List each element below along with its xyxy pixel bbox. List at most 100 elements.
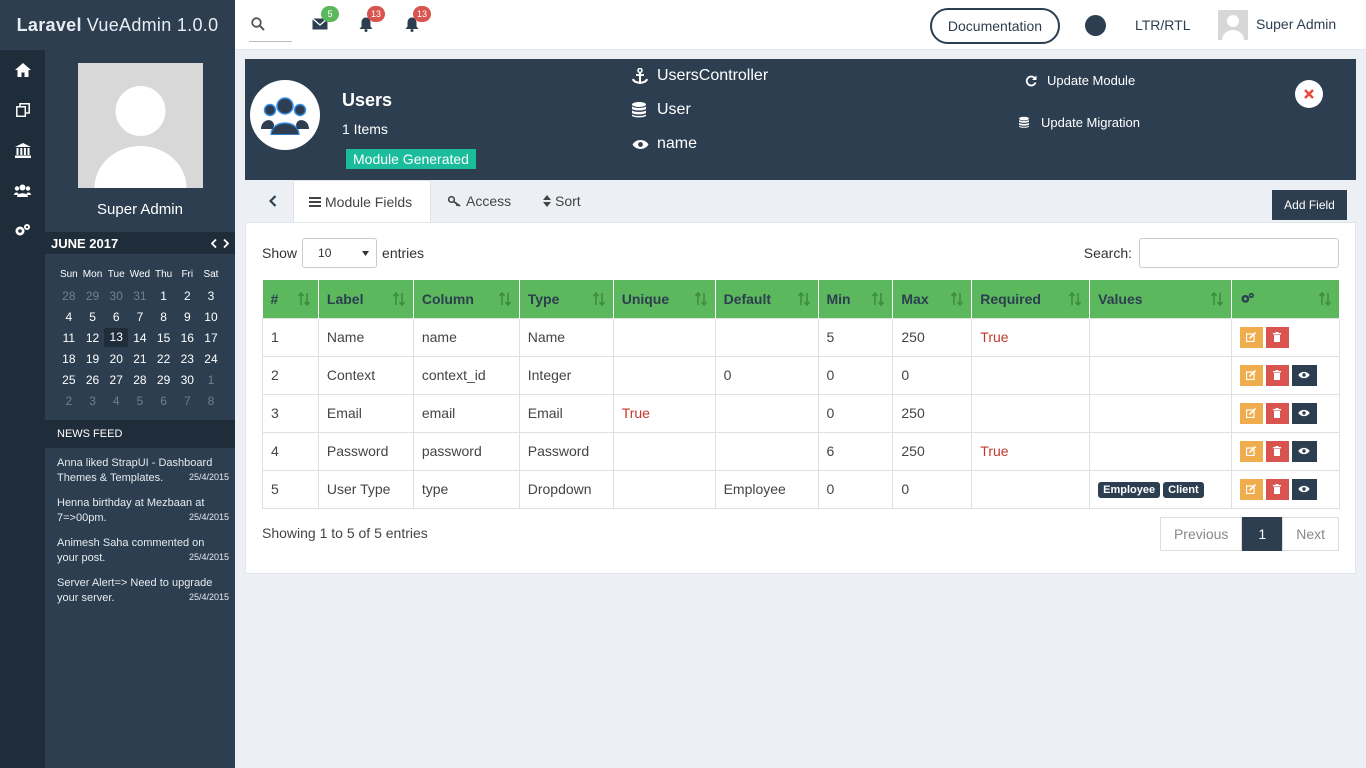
column-header[interactable]: Default — [715, 280, 819, 318]
edit-button[interactable] — [1239, 364, 1263, 386]
mail-button[interactable]: 5 — [308, 6, 339, 36]
calendar-day[interactable]: 30 — [104, 289, 128, 303]
documentation-button[interactable]: Documentation — [930, 8, 1060, 44]
actions-column-header[interactable] — [1231, 280, 1341, 318]
calendar-day-today[interactable]: 13 — [104, 328, 129, 347]
theme-toggle[interactable] — [1085, 15, 1106, 36]
calendar-day[interactable]: 30 — [175, 373, 199, 387]
calendar-day[interactable]: 26 — [81, 373, 105, 387]
calendar-day[interactable]: 2 — [175, 289, 199, 303]
delete-button[interactable] — [1265, 364, 1289, 386]
top-search[interactable] — [249, 6, 292, 42]
news-item[interactable]: Animesh Saha commented on your post. 25/… — [57, 536, 229, 576]
calendar-day[interactable]: 23 — [175, 352, 199, 366]
page-button-current[interactable]: 1 — [1242, 517, 1283, 551]
close-button[interactable] — [1295, 80, 1323, 108]
calendar-day[interactable]: 6 — [152, 394, 176, 408]
calendar-day[interactable]: 20 — [104, 352, 128, 366]
calendar-day[interactable]: 7 — [128, 310, 152, 324]
calendar-day[interactable]: 11 — [57, 331, 81, 345]
calendar-day[interactable]: 2 — [57, 394, 81, 408]
column-header[interactable]: Min — [818, 280, 894, 318]
column-header[interactable]: Unique — [613, 280, 716, 318]
calendar-day[interactable]: 15 — [152, 331, 176, 345]
tab-module-fields[interactable]: Module Fields — [293, 180, 431, 223]
column-header[interactable]: Values — [1089, 280, 1232, 318]
alerts-button[interactable]: 13 — [400, 6, 431, 36]
calendar-day[interactable]: 8 — [199, 394, 223, 408]
page-length-select[interactable]: 10 — [302, 238, 378, 268]
rail-bank[interactable] — [0, 130, 45, 170]
delete-button[interactable] — [1265, 478, 1289, 500]
user-avatar[interactable] — [1218, 10, 1248, 40]
delete-button[interactable] — [1265, 326, 1289, 348]
column-header[interactable]: Label — [318, 280, 414, 318]
view-button[interactable] — [1291, 440, 1317, 462]
calendar-day[interactable]: 3 — [199, 289, 223, 303]
calendar-day[interactable]: 5 — [128, 394, 152, 408]
next-page-button[interactable]: Next — [1282, 517, 1339, 551]
calendar-day[interactable]: 31 — [128, 289, 152, 303]
update-module-button[interactable]: Update Module — [1025, 73, 1135, 88]
calendar-day[interactable]: 1 — [152, 289, 176, 303]
calendar-day[interactable]: 18 — [57, 352, 81, 366]
calendar-day[interactable]: 3 — [81, 394, 105, 408]
user-menu[interactable]: Super Admin — [1256, 16, 1336, 32]
rail-modules[interactable] — [0, 90, 45, 130]
rail-settings[interactable] — [0, 210, 45, 250]
calendar-day[interactable]: 21 — [128, 352, 152, 366]
calendar-day[interactable]: 25 — [57, 373, 81, 387]
edit-button[interactable] — [1239, 478, 1263, 500]
calendar-day[interactable]: 4 — [104, 394, 128, 408]
rail-home[interactable] — [0, 50, 45, 90]
calendar-day[interactable]: 29 — [152, 373, 176, 387]
column-header[interactable]: # — [262, 280, 319, 318]
calendar-day[interactable]: 4 — [57, 310, 81, 324]
view-button[interactable] — [1291, 478, 1317, 500]
chevron-right-icon[interactable] — [223, 238, 229, 248]
calendar-day[interactable]: 9 — [175, 310, 199, 324]
update-migration-button[interactable]: Update Migration — [1019, 115, 1140, 130]
edit-button[interactable] — [1239, 402, 1263, 424]
app-brand[interactable]: Laravel VueAdmin 1.0.0 — [0, 0, 235, 50]
chevron-left-icon[interactable] — [211, 238, 217, 248]
calendar-day[interactable]: 22 — [152, 352, 176, 366]
news-item[interactable]: Server Alert=> Need to upgrade your serv… — [57, 576, 229, 616]
calendar-day[interactable]: 1 — [199, 373, 223, 387]
calendar-day[interactable]: 14 — [128, 331, 152, 345]
edit-button[interactable] — [1239, 440, 1263, 462]
column-header[interactable]: Type — [519, 280, 614, 318]
calendar-day[interactable]: 10 — [199, 310, 223, 324]
calendar-day[interactable]: 12 — [81, 331, 105, 345]
calendar-day[interactable]: 28 — [128, 373, 152, 387]
calendar-day[interactable]: 27 — [104, 373, 128, 387]
calendar-day[interactable]: 28 — [57, 289, 81, 303]
add-field-button[interactable]: Add Field — [1272, 190, 1347, 220]
ltr-rtl-toggle[interactable]: LTR/RTL — [1135, 17, 1191, 33]
calendar-day[interactable]: 6 — [104, 310, 128, 324]
calendar-day[interactable]: 29 — [81, 289, 105, 303]
calendar-day[interactable]: 24 — [199, 352, 223, 366]
delete-button[interactable] — [1265, 440, 1289, 462]
calendar-day[interactable]: 17 — [199, 331, 223, 345]
back-button[interactable] — [253, 180, 293, 222]
previous-page-button[interactable]: Previous — [1159, 517, 1243, 551]
delete-button[interactable] — [1265, 402, 1289, 424]
rail-users[interactable] — [0, 170, 45, 210]
notifications-button[interactable]: 13 — [354, 6, 385, 36]
news-item[interactable]: Henna birthday at Mezbaan at 7=>00pm. 25… — [57, 496, 229, 536]
calendar-day[interactable]: 8 — [152, 310, 176, 324]
view-button[interactable] — [1291, 364, 1317, 386]
column-header[interactable]: Required — [971, 280, 1091, 318]
column-header[interactable]: Max — [892, 280, 973, 318]
tab-access[interactable]: Access — [448, 180, 511, 222]
column-header[interactable]: Column — [413, 280, 520, 318]
search-input[interactable] — [1139, 238, 1339, 268]
calendar-day[interactable]: 5 — [81, 310, 105, 324]
tab-sort[interactable]: Sort — [543, 180, 581, 222]
news-item[interactable]: Anna liked StrapUI - Dashboard Themes & … — [57, 456, 229, 496]
calendar-day[interactable]: 7 — [175, 394, 199, 408]
edit-button[interactable] — [1239, 326, 1263, 348]
view-button[interactable] — [1291, 402, 1317, 424]
calendar-day[interactable]: 19 — [81, 352, 105, 366]
